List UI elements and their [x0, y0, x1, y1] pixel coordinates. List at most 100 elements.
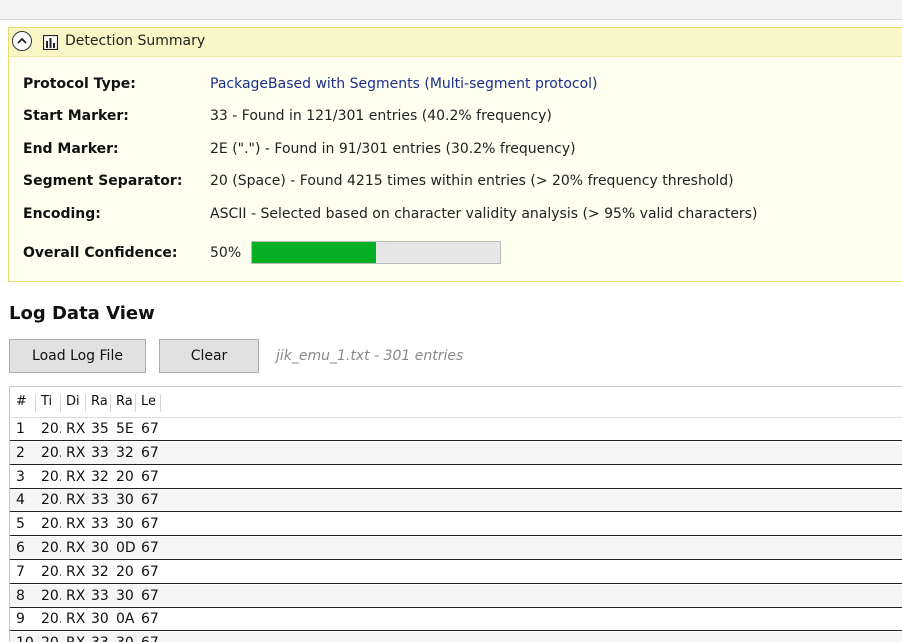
cell-time: 20.: [41, 611, 61, 628]
load-log-file-button[interactable]: Load Log File: [9, 339, 146, 373]
column-header-index[interactable]: #: [12, 394, 36, 412]
cell-raw-2: 5E: [116, 421, 134, 437]
column-header-raw-1[interactable]: Ra: [87, 394, 111, 412]
cell-direction: RX: [66, 492, 86, 509]
cell-time: 20.: [41, 468, 61, 485]
start-marker-label: Start Marker:: [23, 108, 129, 124]
cell-raw-2: 30: [116, 492, 134, 509]
cell-raw-1: 30: [91, 611, 109, 628]
cell-index: 1: [16, 421, 25, 437]
cell-time: 20.: [41, 516, 61, 533]
cell-raw-1: 33: [91, 444, 109, 461]
cell-length: 67: [141, 492, 159, 509]
cell-direction: RX: [66, 563, 86, 580]
cell-raw-1: 33: [91, 587, 109, 604]
column-header-length[interactable]: Le: [137, 394, 161, 412]
cell-raw-2: 30: [116, 516, 134, 533]
cell-length: 67: [141, 540, 159, 556]
cell-raw-1: 30: [91, 540, 109, 556]
table-row[interactable]: 8 20. RX 33 30 67: [10, 584, 902, 608]
encoding-row: Encoding: ASCII - Selected based on char…: [23, 204, 757, 224]
cell-time: 20.: [41, 421, 61, 437]
cell-raw-1: 33: [91, 492, 109, 509]
cell-length: 67: [141, 468, 159, 485]
protocol-type-row: Protocol Type: PackageBased with Segment…: [23, 74, 598, 94]
detection-summary-header[interactable]: Detection Summary: [9, 28, 902, 57]
table-row[interactable]: 9 20. RX 30 0A 67: [10, 608, 902, 632]
confidence-row: Overall Confidence: 50%: [23, 243, 241, 263]
cell-raw-1: 32: [91, 468, 109, 485]
table-row[interactable]: 1 20. RX 35 5E 67: [10, 418, 902, 441]
cell-time: 20.: [41, 540, 61, 556]
table-row[interactable]: 5 20. RX 33 30 67: [10, 513, 902, 537]
end-marker-value: 2E (".") - Found in 91/301 entries (30.2…: [210, 141, 576, 157]
detection-summary-title: Detection Summary: [65, 33, 206, 49]
table-row[interactable]: 4 20. RX 33 30 67: [10, 489, 902, 513]
cell-length: 67: [141, 444, 159, 461]
log-data-view-title: Log Data View: [9, 303, 155, 324]
encoding-label: Encoding:: [23, 206, 101, 222]
bar-chart-icon: [43, 35, 58, 50]
cell-time: 20.: [41, 444, 61, 461]
protocol-type-label: Protocol Type:: [23, 76, 136, 92]
cell-index: 6: [16, 540, 25, 556]
column-header-direction[interactable]: Di: [62, 394, 86, 412]
column-header-time[interactable]: Ti: [37, 394, 61, 412]
cell-direction: RX: [66, 444, 86, 461]
cell-time: 20.: [41, 563, 61, 580]
file-info-text: jik_emu_1.txt - 301 entries: [276, 348, 464, 364]
cell-length: 67: [141, 611, 159, 628]
cell-raw-2: 0D: [116, 540, 136, 556]
confidence-label: Overall Confidence:: [23, 245, 178, 261]
detection-summary-panel: Detection Summary Protocol Type: Package…: [8, 27, 902, 282]
cell-index: 3: [16, 468, 25, 485]
column-header-raw-2[interactable]: Ra: [112, 394, 136, 412]
cell-index: 5: [16, 516, 25, 533]
clear-button[interactable]: Clear: [159, 339, 259, 373]
cell-direction: RX: [66, 516, 86, 533]
segment-separator-value: 20 (Space) - Found 4215 times within ent…: [210, 173, 734, 189]
cell-index: 7: [16, 563, 25, 580]
table-row[interactable]: 6 20. RX 30 0D 67: [10, 537, 902, 560]
cell-length: 67: [141, 563, 159, 580]
cell-index: 8: [16, 587, 25, 604]
grid-header: # Ti Di Ra Ra Le: [10, 387, 902, 418]
cell-raw-1: 33: [91, 516, 109, 533]
confidence-progress-bar: [251, 241, 501, 264]
cell-raw-2: 20: [116, 468, 134, 485]
table-row[interactable]: 2 20. RX 33 32 67: [10, 441, 902, 465]
encoding-value: ASCII - Selected based on character vali…: [210, 206, 758, 222]
cell-index: 9: [16, 611, 25, 628]
protocol-type-value: PackageBased with Segments (Multi-segmen…: [210, 76, 598, 92]
cell-direction: RX: [66, 611, 86, 628]
end-marker-label: End Marker:: [23, 141, 119, 157]
table-row[interactable]: 3 20. RX 32 20 67: [10, 465, 902, 489]
end-marker-row: End Marker: 2E (".") - Found in 91/301 e…: [23, 139, 576, 159]
collapse-icon[interactable]: [12, 31, 32, 51]
cell-raw-2: 32: [116, 444, 134, 461]
cell-length: 67: [141, 587, 159, 604]
cell-length: 67: [141, 421, 159, 437]
cell-raw-2: 20: [116, 563, 134, 580]
cell-direction: RX: [66, 587, 86, 604]
cell-direction: RX: [66, 540, 86, 556]
cell-index: 4: [16, 492, 25, 509]
cell-raw-2: 0A: [116, 611, 135, 628]
cell-direction: RX: [66, 421, 86, 437]
confidence-percent: 50%: [210, 245, 242, 261]
cell-time: 20.: [41, 492, 61, 509]
segment-separator-label: Segment Separator:: [23, 173, 183, 189]
cell-length: 67: [141, 516, 159, 533]
start-marker-value: 33 - Found in 121/301 entries (40.2% fre…: [210, 108, 552, 124]
cell-time: 20.: [41, 587, 61, 604]
cell-index: 2: [16, 444, 25, 461]
top-bar: [0, 0, 902, 20]
confidence-progress-fill: [252, 242, 376, 263]
segment-separator-row: Segment Separator: 20 (Space) - Found 42…: [23, 171, 734, 191]
table-row[interactable]: 7 20. RX 32 20 67: [10, 560, 902, 584]
log-data-grid[interactable]: # Ti Di Ra Ra Le 120.RX355E67220.RX33326…: [9, 386, 902, 642]
cell-raw-2: 30: [116, 587, 134, 604]
cell-raw-1: 35: [91, 421, 109, 437]
start-marker-row: Start Marker: 33 - Found in 121/301 entr…: [23, 106, 552, 126]
cell-direction: RX: [66, 468, 86, 485]
